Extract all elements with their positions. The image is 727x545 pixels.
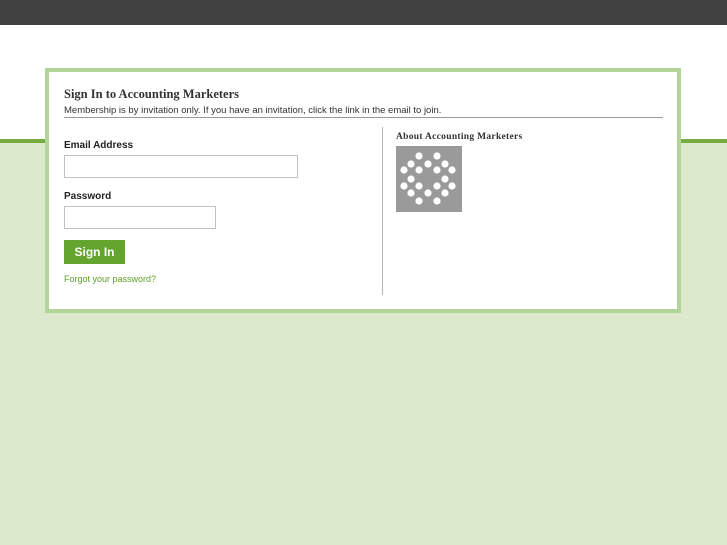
sign-in-button[interactable]: Sign In bbox=[64, 240, 125, 264]
top-bar bbox=[0, 0, 727, 25]
password-label: Password bbox=[64, 191, 112, 202]
column-divider bbox=[382, 127, 383, 295]
signin-title: Sign In to Accounting Marketers bbox=[64, 87, 239, 101]
about-title: About Accounting Marketers bbox=[396, 132, 523, 142]
forgot-password-link[interactable]: Forgot your password? bbox=[64, 274, 156, 284]
email-field[interactable] bbox=[64, 155, 298, 178]
email-label: Email Address bbox=[64, 140, 134, 151]
title-divider bbox=[64, 117, 663, 118]
signin-subtitle: Membership is by invitation only. If you… bbox=[64, 105, 442, 116]
signin-card-body: Sign In to Accounting Marketers Membersh… bbox=[49, 72, 677, 309]
dot-pattern-logo-icon bbox=[396, 146, 462, 212]
password-field[interactable] bbox=[64, 206, 216, 229]
signin-card: Sign In to Accounting Marketers Membersh… bbox=[45, 68, 681, 313]
